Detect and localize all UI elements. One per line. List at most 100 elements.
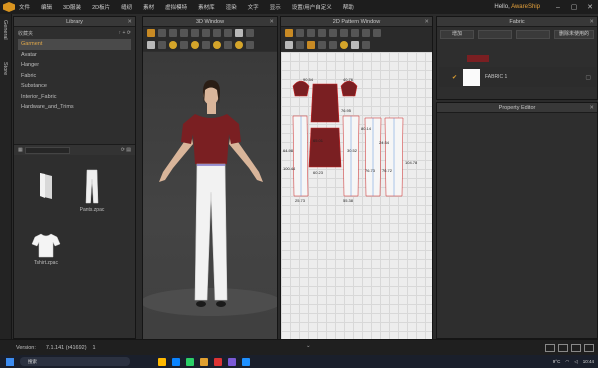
texture-icon[interactable] [235, 41, 243, 49]
library-file-tshirt[interactable]: Tshirt.zpac [26, 232, 66, 266]
add-fabric-button[interactable]: 增加 [440, 29, 474, 39]
menu-avatar[interactable]: 虚拟模特 [165, 3, 187, 11]
gpu-icon[interactable] [180, 41, 188, 49]
panel-close-icon[interactable]: ✕ [589, 103, 594, 113]
tab-general[interactable]: General [0, 16, 10, 44]
snapshot-icon[interactable] [246, 41, 254, 49]
polygon-tool-icon[interactable] [307, 29, 315, 37]
fold-tool-icon[interactable] [180, 29, 188, 37]
apply-fabric-button[interactable] [516, 29, 550, 39]
trace-icon[interactable] [329, 41, 337, 49]
taskbar-search[interactable]: 搜索 [20, 357, 130, 366]
clo-app-icon[interactable] [200, 357, 208, 366]
tab-store[interactable]: Store [0, 58, 10, 79]
library-item-hardware-trims[interactable]: Hardware_and_Trims [18, 102, 131, 113]
refresh-icon[interactable]: ⟳ ▤ [121, 147, 131, 153]
layout-icon[interactable] [558, 344, 568, 352]
maximize-icon[interactable]: ▢ [566, 3, 582, 11]
library-file-pants[interactable]: Pants.zpac [72, 169, 112, 213]
layout-icon[interactable] [545, 344, 555, 352]
app-icon[interactable] [228, 357, 236, 366]
fabric-tool-icon[interactable] [202, 29, 210, 37]
simulate-icon[interactable] [147, 41, 155, 49]
sun-icon[interactable] [169, 41, 177, 49]
menu-help[interactable]: 帮助 [343, 3, 354, 11]
fabric-edit-icon[interactable] [373, 29, 381, 37]
minimize-icon[interactable]: – [550, 4, 566, 11]
user-greeting[interactable]: Hello, AwareShip [494, 4, 540, 10]
volume-icon[interactable]: ◁ [574, 359, 577, 365]
library-item-interior-fabric[interactable]: Interior_Fabric [18, 92, 131, 103]
mirror-icon[interactable] [318, 41, 326, 49]
measure-tool-icon[interactable] [191, 29, 199, 37]
menu-sewing[interactable]: 缝纫 [121, 3, 132, 11]
button-icon[interactable] [340, 41, 348, 49]
panel-close-icon[interactable]: ✕ [269, 17, 274, 27]
panel-close-icon[interactable]: ✕ [589, 17, 594, 27]
grade-icon[interactable] [351, 41, 359, 49]
clock[interactable]: 10:44 [583, 359, 594, 364]
menu-text[interactable]: 文字 [248, 3, 259, 11]
menu-2d-pattern[interactable]: 2D板片 [92, 3, 110, 11]
wechat-icon[interactable] [186, 357, 194, 366]
sort-select[interactable] [24, 146, 70, 154]
select-tool-icon[interactable] [147, 29, 155, 37]
library-item-fabric[interactable]: Fabric [18, 71, 131, 82]
expand-icon[interactable]: ⌄ [306, 343, 311, 349]
layer-icon[interactable] [224, 41, 232, 49]
layout-icon[interactable] [584, 344, 594, 352]
fabric-options-icon[interactable]: ▢ [585, 74, 591, 81]
layout-icon[interactable] [571, 344, 581, 352]
pen-icon[interactable] [296, 41, 304, 49]
internal-line-icon[interactable] [329, 29, 337, 37]
menu-display[interactable]: 显示 [270, 3, 281, 11]
rectangle-tool-icon[interactable] [318, 29, 326, 37]
menu-materials[interactable]: 素材 [143, 3, 154, 11]
weather-text[interactable]: 9°C [553, 359, 561, 364]
panel-close-icon[interactable]: ✕ [127, 17, 132, 27]
settings-icon[interactable] [362, 41, 370, 49]
pattern-icon[interactable] [191, 41, 199, 49]
library-file-folder[interactable] [26, 171, 66, 203]
move-tool-icon[interactable] [158, 29, 166, 37]
menu-edit[interactable]: 编辑 [41, 3, 52, 11]
free-sewing-icon[interactable] [362, 29, 370, 37]
menu-3d-garment[interactable]: 3D服装 [63, 3, 81, 11]
library-item-garment[interactable]: Garment [18, 39, 131, 50]
delete-unused-button[interactable]: 删除未使用的 [554, 29, 594, 39]
hanger-tool-icon[interactable] [235, 29, 243, 37]
close-icon[interactable]: ✕ [582, 3, 598, 11]
library-item-avatar[interactable]: Avatar [18, 50, 131, 61]
print-tool-icon[interactable] [246, 29, 254, 37]
fabric-list-item[interactable]: ✔ FABRIC 1 ▢ [439, 67, 596, 87]
app-icon[interactable] [242, 357, 250, 366]
scissors-icon[interactable] [285, 41, 293, 49]
segment-sewing-icon[interactable] [351, 29, 359, 37]
bulb-icon[interactable] [213, 41, 221, 49]
sewing-tool-icon[interactable] [340, 29, 348, 37]
viewport-3d[interactable] [143, 52, 277, 356]
menu-library[interactable]: 素材库 [198, 3, 215, 11]
avatar-icon[interactable] [158, 41, 166, 49]
view-mode-icon[interactable]: ▦ [18, 147, 23, 153]
library-item-substance[interactable]: Substance [18, 81, 131, 92]
transform-tool-icon[interactable] [285, 29, 293, 37]
fold-icon[interactable] [307, 41, 315, 49]
copy-fabric-button[interactable] [478, 29, 512, 39]
start-icon[interactable] [6, 357, 14, 366]
pin-tool-icon[interactable] [169, 29, 177, 37]
panel-close-icon[interactable]: ✕ [424, 17, 429, 27]
menu-settings[interactable]: 设置/用户自定义 [292, 3, 332, 11]
wifi-icon[interactable]: ◠ [565, 359, 569, 365]
edit-pattern-icon[interactable] [296, 29, 304, 37]
texture-tool-icon[interactable] [213, 29, 221, 37]
library-item-hanger[interactable]: Hanger [18, 60, 131, 71]
library-toolbar-icons[interactable]: ↑ + ⟳ [119, 30, 131, 36]
camera-icon[interactable] [202, 41, 210, 49]
file-explorer-icon[interactable] [158, 357, 166, 366]
edit-tool-icon[interactable] [224, 29, 232, 37]
viewport-2d[interactable]: 90.54 40.76 76.95 80.14 24.34 64.98 30.5… [281, 52, 432, 356]
edge-icon[interactable] [172, 357, 180, 366]
menu-render[interactable]: 渲染 [226, 3, 237, 11]
app-icon[interactable] [214, 357, 222, 366]
